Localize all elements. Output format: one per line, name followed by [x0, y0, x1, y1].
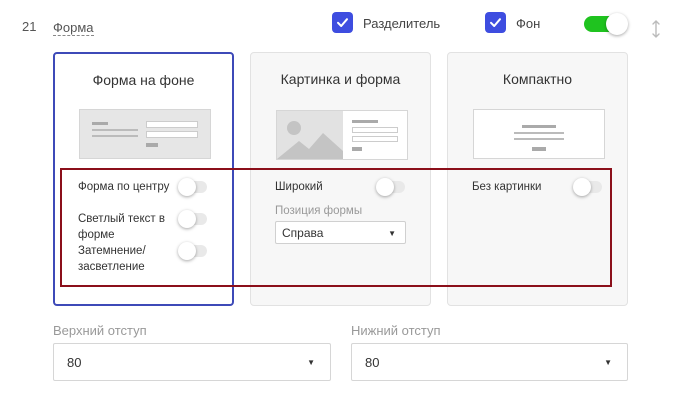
form-link[interactable]: Форма — [53, 20, 94, 36]
card-title: Компактно — [502, 71, 573, 87]
options-highlight-frame — [60, 168, 612, 287]
caret-down-icon: ▼ — [307, 358, 315, 367]
check-icon — [337, 18, 348, 27]
caret-down-icon: ▼ — [604, 358, 612, 367]
card-title: Картинка и форма — [280, 71, 401, 87]
check-icon — [490, 18, 501, 27]
bottom-padding-select[interactable]: 80 ▼ — [351, 343, 628, 381]
top-padding-select[interactable]: 80 ▼ — [53, 343, 331, 381]
toggle-knob — [606, 13, 628, 35]
layout-thumbnail — [473, 109, 605, 159]
top-padding-label: Верхний отступ — [53, 323, 147, 338]
layout-thumbnail — [79, 109, 211, 159]
card-title: Форма на фоне — [92, 72, 195, 88]
background-label: Фон — [516, 16, 541, 31]
layout-thumbnail — [276, 110, 408, 160]
bottom-padding-value: 80 — [365, 355, 380, 370]
resize-vertical-icon[interactable] — [650, 19, 662, 39]
top-padding-value: 80 — [67, 355, 82, 370]
bottom-padding-label: Нижний отступ — [351, 323, 441, 338]
background-checkbox[interactable] — [485, 12, 506, 33]
block-visibility-toggle[interactable] — [584, 13, 628, 35]
separator-label: Разделитель — [363, 16, 441, 31]
row-number: 21 — [22, 19, 37, 34]
separator-checkbox[interactable] — [332, 12, 353, 33]
